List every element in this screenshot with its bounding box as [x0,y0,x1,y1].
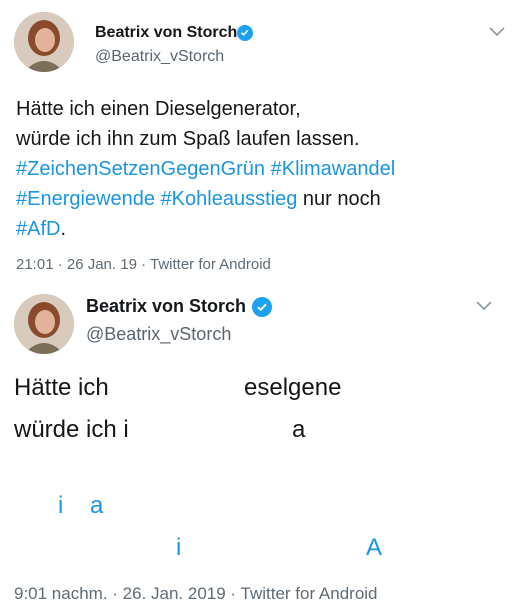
hashtag-link[interactable]: #Klimawandel [271,158,396,180]
tweet-card-erased: Beatrix von Storch @Beatrix_vStorch Hätt… [0,282,516,616]
avatar[interactable] [14,294,74,354]
verified-badge-icon [252,297,272,317]
hashtag-fragment: i [176,534,182,561]
tweet-text-fragment: Hätte ich [14,374,109,401]
chevron-down-icon[interactable] [475,300,493,312]
tweet-text-period: . [60,218,67,240]
tweet-text-line-2: würde ich ihn zum Spaß laufen lassen. [16,128,360,150]
author-handle[interactable]: @Beatrix_vStorch [86,324,231,345]
tweet-text-fragment: eselgene [244,374,342,401]
tweet-text-fragment: a [292,416,306,443]
avatar-image [14,12,74,72]
avatar-image [14,294,74,354]
chevron-down-icon[interactable] [488,26,506,38]
author-name[interactable]: Beatrix von Storch [86,296,246,317]
hashtag-fragment: A [366,534,383,561]
tweet-text-fragment: nur noch [302,188,381,210]
tweet-text-line-1: Hätte ich einen Dieselgenerator, [16,98,301,120]
tweet-text-line-5: #AfD. [16,214,66,244]
hashtag-link[interactable]: #Kohleausstieg [161,188,298,210]
author-handle[interactable]: @Beatrix_vStorch [95,48,224,66]
tweet-metadata[interactable]: 21:01 · 26 Jan. 19 · Twitter for Android [16,256,271,273]
tweet-text-line-4: #Energiewende #Kohleausstieg nur noch [16,184,381,214]
tweet-text-line-3: #ZeichenSetzenGegenGrün #Klimawandel [16,154,395,184]
hashtag-fragment: i [58,492,64,519]
hashtag-fragment: a [90,492,104,519]
hashtag-link[interactable]: #ZeichenSetzenGegenGrün [16,158,265,180]
hashtag-link[interactable]: #AfD [16,218,60,240]
author-name[interactable]: Beatrix von Storch [95,24,237,42]
hashtag-link[interactable]: #Energiewende [16,188,155,210]
avatar[interactable] [14,12,74,72]
verified-badge-icon [237,25,253,41]
tweet-metadata[interactable]: 9:01 nachm. · 26. Jan. 2019 · Twitter fo… [14,584,378,604]
tweet-card-original: Beatrix von Storch @Beatrix_vStorch Hätt… [0,0,516,280]
tweet-text-fragment: würde ich i [14,416,129,443]
